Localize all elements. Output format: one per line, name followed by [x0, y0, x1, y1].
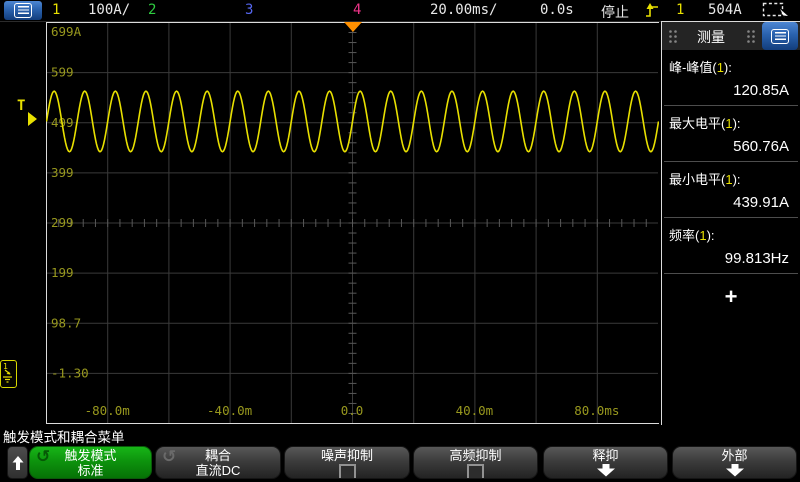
hamburger-menu-icon [771, 29, 789, 44]
trigger-level-marker-arrow-icon[interactable] [28, 112, 37, 126]
softkey-label: 外部 [673, 448, 796, 463]
status-bar: 1 100A/ 2 3 4 20.00ms/ 0.0s 停止 1 504A [0, 0, 800, 22]
measurement-value: 99.813Hz [669, 244, 793, 269]
panel-menu-button[interactable] [762, 22, 798, 50]
up-arrow-icon [12, 455, 24, 471]
cycle-icon: ↺ [162, 447, 176, 467]
softkey-trigger-mode[interactable]: ↺ 触发模式 标准 [29, 446, 152, 479]
delay-readout[interactable]: 0.0s [540, 2, 574, 18]
graticule: 699A59949939929919998.7-1.30-80.0m-40.0m… [46, 22, 659, 424]
softkey-menu-title: 触发模式和耦合菜单 [3, 426, 125, 446]
y-axis-label: 599 [51, 65, 74, 80]
ground-symbol-icon: 1 [1, 361, 14, 385]
measurement-value: 120.85A [669, 76, 793, 101]
measurement-source: 1 [725, 172, 732, 187]
trigger-level-readout[interactable]: 504A [708, 2, 742, 18]
channel-4-number[interactable]: 4 [353, 2, 361, 18]
hf-reject-checkbox[interactable] [467, 464, 484, 479]
channel-1-ground-marker[interactable]: 1 [0, 360, 17, 388]
timebase-readout[interactable]: 20.00ms/ [430, 2, 497, 18]
channel-3-number[interactable]: 3 [245, 2, 253, 18]
trigger-source[interactable]: 1 [676, 2, 684, 18]
measurement-label: 最小电平 [669, 172, 721, 187]
trigger-level-marker-label[interactable]: T [17, 98, 25, 114]
measurements-panel: 测量 峰-峰值(1): 120.85A 最大电平(1): 560.76A 最小电… [661, 21, 800, 425]
softkey-label: 噪声抑制 [285, 448, 409, 463]
measurement-row-peak-to-peak[interactable]: 峰-峰值(1): 120.85A [664, 50, 798, 106]
measurement-label: 频率 [669, 228, 695, 243]
softkey-noise-reject[interactable]: 噪声抑制 [284, 446, 410, 479]
x-axis-label: -80.0m [85, 403, 130, 418]
noise-reject-checkbox[interactable] [339, 464, 356, 479]
softkey-label: 释抑 [544, 448, 667, 463]
measurement-row-min-level[interactable]: 最小电平(1): 439.91A [664, 162, 798, 218]
measurement-source: 1 [717, 60, 724, 75]
waveform-display-area: 699A59949939929919998.7-1.30-80.0m-40.0m… [46, 22, 659, 429]
run-state-indicator: 停止 [601, 2, 629, 22]
measurement-value: 560.76A [669, 132, 793, 157]
measurement-label: 最大电平 [669, 116, 721, 131]
y-axis-label: -1.30 [51, 365, 89, 380]
channel-2-number[interactable]: 2 [148, 2, 156, 18]
cycle-icon: ↺ [36, 447, 50, 467]
x-axis-label: -40.0m [207, 403, 252, 418]
softkey-hf-reject[interactable]: 高频抑制 [413, 446, 538, 479]
hamburger-menu-icon [14, 3, 32, 18]
y-axis-label: 299 [51, 215, 74, 230]
menu-up-button[interactable] [7, 446, 28, 479]
y-axis-label: 399 [51, 165, 74, 180]
measurements-panel-header: 测量 [662, 22, 800, 50]
x-axis-label: 0.0 [341, 403, 364, 418]
x-axis-label: 80.0ms [574, 403, 619, 418]
y-axis-label: 699A [51, 24, 82, 39]
channel-1-scale[interactable]: 100A/ [88, 2, 130, 18]
main-menu-button[interactable] [4, 1, 42, 20]
softkey-holdoff[interactable]: 释抑 [543, 446, 668, 479]
x-axis-label: 40.0m [456, 403, 494, 418]
softkey-bar: ↺ 触发模式 标准 ↺ 耦合 直流DC 噪声抑制 高频抑制 释抑 外部 [0, 446, 800, 481]
softkey-label: 高频抑制 [414, 448, 537, 463]
measurement-source: 1 [725, 116, 732, 131]
measurement-label: 峰-峰值 [669, 60, 712, 75]
selection-cursor-icon[interactable] [762, 2, 790, 20]
down-arrow-icon [596, 464, 616, 477]
y-axis-label: 199 [51, 265, 74, 280]
y-axis-label: 98.7 [51, 315, 81, 330]
channel-1-number[interactable]: 1 [52, 2, 60, 18]
measurement-row-max-level[interactable]: 最大电平(1): 560.76A [664, 106, 798, 162]
softkey-coupling[interactable]: ↺ 耦合 直流DC [155, 446, 281, 479]
add-measurement-button[interactable]: + [662, 274, 800, 310]
down-arrow-icon [725, 464, 745, 477]
measurement-value: 439.91A [669, 188, 793, 213]
softkey-external[interactable]: 外部 [672, 446, 797, 479]
measurement-source: 1 [699, 228, 706, 243]
measurement-row-frequency[interactable]: 频率(1): 99.813Hz [664, 218, 798, 274]
drag-handle-icon[interactable] [746, 29, 756, 44]
oscilloscope-screen: 1 100A/ 2 3 4 20.00ms/ 0.0s 停止 1 504A 69… [0, 0, 800, 482]
rising-edge-trigger-icon[interactable] [645, 2, 660, 19]
time-reference-marker-icon[interactable] [344, 22, 362, 32]
